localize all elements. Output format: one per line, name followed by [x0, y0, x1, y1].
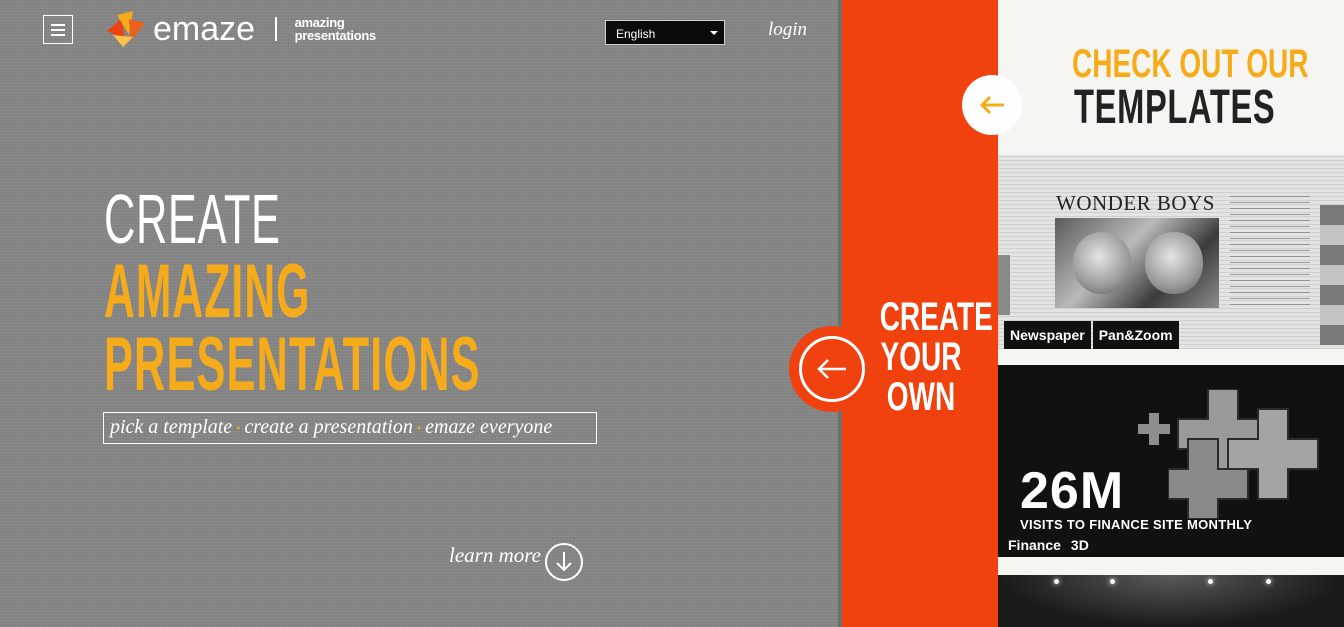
template-tag[interactable]: 3D: [1067, 531, 1093, 557]
logo-divider: [275, 17, 277, 41]
newspaper-preview-headline: WONDER BOYS: [1056, 191, 1215, 215]
arrow-down-circle-icon[interactable]: [545, 543, 583, 581]
step-emaze-everyone: emaze everyone: [425, 416, 553, 438]
logo-wordmark: emaze: [153, 10, 256, 48]
step-create-presentation: create a presentation: [244, 416, 413, 438]
finance-preview-caption: VISITS TO FINANCE SITE MONTHLY: [1020, 517, 1253, 532]
arrow-down-icon: [556, 552, 572, 572]
hero-title-line1: CREATE: [104, 180, 281, 258]
stage-light: [1208, 579, 1213, 584]
photo-face: [1145, 232, 1203, 294]
create-own-line1: CREATE: [879, 295, 993, 339]
arena-preview-image: [998, 575, 1344, 627]
stage-light: [1054, 579, 1059, 584]
template-tag[interactable]: Newspaper: [1004, 321, 1091, 349]
create-own-label[interactable]: CREATE YOUR OWN: [862, 295, 993, 419]
template-tags: Newspaper Pan&Zoom: [1004, 321, 1179, 349]
template-card-arena[interactable]: [998, 575, 1344, 627]
newspaper-preview-sidebar: [1320, 205, 1344, 345]
plus-shape-icon: [1138, 413, 1170, 445]
create-own-line3: OWN: [886, 375, 956, 419]
hero-title-line2: AMAZING: [104, 249, 311, 334]
template-tag[interactable]: Finance: [1004, 531, 1065, 557]
newspaper-preview-column: [1230, 195, 1310, 305]
plus-cluster-icon: [1168, 389, 1319, 519]
logo[interactable]: emaze amazing presentations: [103, 9, 376, 49]
step-separator-icon: •: [416, 420, 422, 435]
arrow-left-icon: [817, 359, 846, 379]
hamburger-icon[interactable]: [43, 15, 73, 44]
create-own-line2: YOUR: [880, 335, 962, 379]
hero-steps: pick a template • create a presentation • em…: [103, 412, 597, 444]
language-select[interactable]: English: [605, 20, 725, 45]
login-link[interactable]: login: [768, 19, 807, 41]
hero-title-line3: PRESENTATIONS: [104, 322, 481, 407]
logo-tagline: amazing presentations: [294, 16, 377, 43]
arrow-left-icon[interactable]: [978, 93, 1006, 117]
stage-light: [1266, 579, 1271, 584]
step-separator-icon: •: [236, 420, 241, 435]
finance-preview-stat: 26M: [1020, 462, 1125, 520]
learn-more-link[interactable]: learn more: [449, 543, 541, 568]
newspaper-preview-photo: [1055, 218, 1219, 308]
template-tags: Finance 3D: [1004, 531, 1093, 557]
logo-tagline-line2: presentations: [294, 28, 377, 43]
arrow-left-circle-icon: [799, 336, 865, 402]
templates-heading-line2: TEMPLATES: [1074, 81, 1276, 134]
template-tag[interactable]: Pan&Zoom: [1092, 321, 1179, 349]
hero-section: emaze amazing presentations English logi…: [0, 0, 842, 627]
newspaper-preview-image: [998, 255, 1010, 315]
emaze-logo-mark-icon: [107, 11, 145, 47]
stage-light: [1110, 579, 1115, 584]
photo-face: [1073, 232, 1131, 294]
step-pick-template: pick a template: [110, 416, 233, 438]
chevron-down-icon: [710, 31, 718, 35]
template-card-newspaper[interactable]: WONDER BOYS Newspaper Pan&Zoom: [998, 155, 1344, 349]
template-card-finance[interactable]: 26M VISITS TO FINANCE SITE MONTHLY Finan…: [998, 365, 1344, 557]
language-select-value: English: [616, 27, 656, 41]
templates-heading-line1: CHECK OUT OUR: [1072, 42, 1309, 86]
